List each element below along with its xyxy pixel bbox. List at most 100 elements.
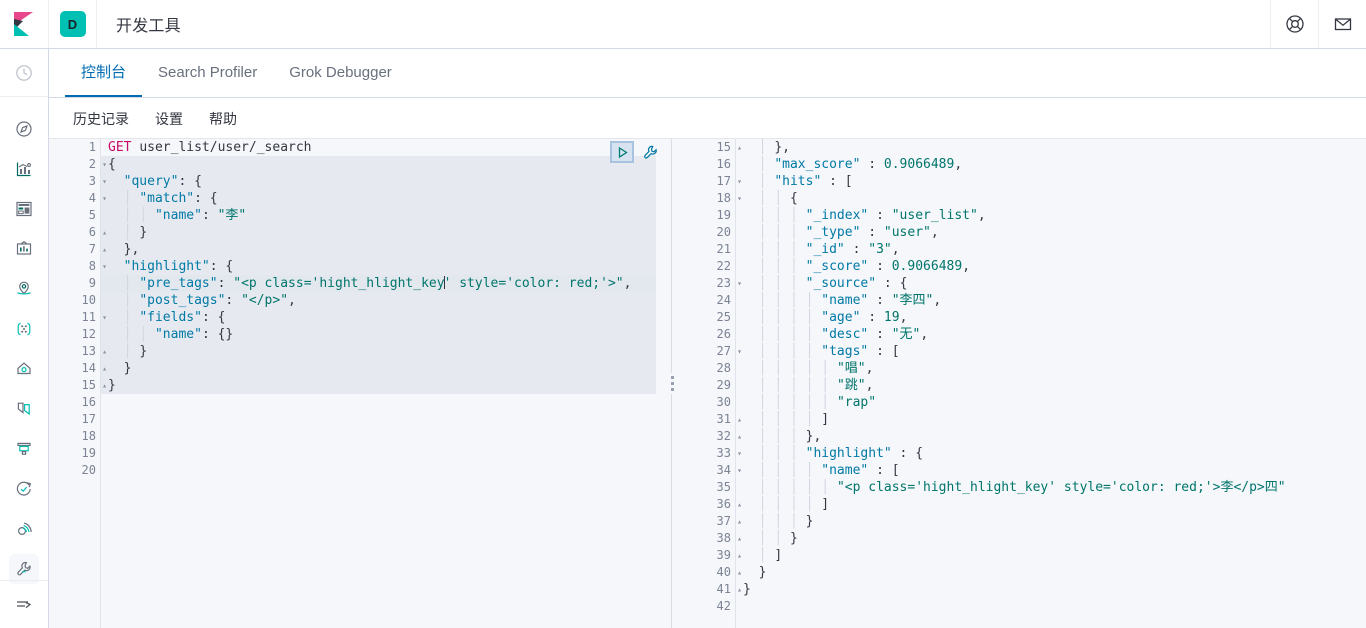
code-line[interactable]: } bbox=[102, 377, 660, 394]
code-line[interactable]: │ │ │ │ "name" : [ bbox=[737, 462, 1366, 479]
sidebar-item-machine-learning[interactable] bbox=[0, 309, 48, 349]
gutter-line[interactable]: 22 bbox=[684, 258, 735, 275]
code-line[interactable]: │ │ │ │ ] bbox=[737, 411, 1366, 428]
gutter-line[interactable]: 26 bbox=[684, 326, 735, 343]
gutter-line[interactable]: 13 ▴ bbox=[49, 343, 107, 360]
gutter-line[interactable]: 24 bbox=[684, 292, 735, 309]
gutter-line[interactable]: 17 ▾ bbox=[684, 173, 742, 190]
tab-console[interactable]: 控制台 bbox=[65, 49, 143, 97]
gutter-line[interactable]: 19 bbox=[49, 445, 100, 462]
gutter-line[interactable]: 11 ▾ bbox=[49, 309, 107, 326]
code-line[interactable]: "query": { bbox=[102, 173, 660, 190]
code-line[interactable]: │ │ │ "_score" : 0.9066489, bbox=[737, 258, 1366, 275]
code-line[interactable]: │ │ │ "_id" : "3", bbox=[737, 241, 1366, 258]
tab-search-profiler[interactable]: Search Profiler bbox=[142, 49, 273, 97]
gutter-line[interactable]: 1 bbox=[49, 139, 100, 156]
code-line[interactable]: │ "max_score" : 0.9066489, bbox=[737, 156, 1366, 173]
code-line[interactable]: │ │ │ │ │ "跳", bbox=[737, 377, 1366, 394]
gutter-line[interactable]: 20 bbox=[684, 224, 735, 241]
code-line[interactable]: │ │ │ │ "desc" : "无", bbox=[737, 326, 1366, 343]
code-line[interactable]: │ "hits" : [ bbox=[737, 173, 1366, 190]
code-line[interactable]: │ }, bbox=[737, 139, 1366, 156]
code-line[interactable]: │ │ │ │ │ "唱", bbox=[737, 360, 1366, 377]
gutter-line[interactable]: 41 ▴ bbox=[684, 581, 742, 598]
code-line[interactable]: │ │ "name": {} bbox=[102, 326, 660, 343]
gutter-line[interactable]: 18 ▾ bbox=[684, 190, 742, 207]
code-line[interactable]: │ } bbox=[102, 224, 660, 241]
gutter-line[interactable]: 3 ▾ bbox=[49, 173, 107, 190]
gutter-line[interactable]: 39 ▴ bbox=[684, 547, 742, 564]
pane-splitter[interactable] bbox=[660, 139, 684, 628]
sidebar-item-canvas[interactable] bbox=[0, 229, 48, 269]
gutter-line[interactable]: 35 bbox=[684, 479, 735, 496]
gutter-line[interactable]: 8 ▾ bbox=[49, 258, 107, 275]
request-gutter[interactable]: 1 2 ▾ 3 ▾ 4 ▾ 5 6 ▴ 7 ▴ 8 ▾ 9 10 11 ▾ 12 13 ▴ 14 ▴ 15 ▴ 16 17 18 19 2… bbox=[49, 139, 107, 628]
gutter-line[interactable]: 5 bbox=[49, 207, 100, 224]
code-line[interactable]: │ │ │ }, bbox=[737, 428, 1366, 445]
sidebar-item-dashboard[interactable] bbox=[0, 189, 48, 229]
code-line[interactable]: │ │ │ │ "age" : 19, bbox=[737, 309, 1366, 326]
code-line[interactable]: │ │ │ │ ] bbox=[737, 496, 1366, 513]
gutter-line[interactable]: 21 bbox=[684, 241, 735, 258]
request-wrench-button[interactable] bbox=[640, 142, 660, 162]
code-line[interactable]: │ "pre_tags": "<p class='hight_hlight_ke… bbox=[102, 275, 660, 292]
code-line[interactable]: │ │ { bbox=[737, 190, 1366, 207]
gutter-line[interactable]: 42 bbox=[684, 598, 735, 615]
sidebar-item-siem[interactable] bbox=[0, 509, 48, 549]
help-button[interactable] bbox=[1270, 0, 1318, 48]
code-line[interactable]: } bbox=[102, 360, 660, 377]
sidebar-item-infrastructure[interactable] bbox=[0, 349, 48, 389]
send-request-button[interactable] bbox=[610, 141, 634, 163]
kibana-logo[interactable] bbox=[0, 0, 49, 48]
code-line[interactable] bbox=[102, 428, 660, 445]
code-line[interactable]: │ │ │ │ "tags" : [ bbox=[737, 343, 1366, 360]
gutter-line[interactable]: 7 ▴ bbox=[49, 241, 107, 258]
code-line[interactable]: { bbox=[102, 156, 660, 173]
gutter-line[interactable]: 34 ▾ bbox=[684, 462, 742, 479]
gutter-line[interactable]: 36 ▴ bbox=[684, 496, 742, 513]
gutter-line[interactable]: 40 ▴ bbox=[684, 564, 742, 581]
gutter-line[interactable]: 15 ▴ bbox=[684, 139, 742, 156]
code-line[interactable] bbox=[102, 411, 660, 428]
code-line[interactable]: │ │ │ "_source" : { bbox=[737, 275, 1366, 292]
submenu-settings[interactable]: 设置 bbox=[147, 105, 191, 133]
sidebar-item-maps[interactable] bbox=[0, 269, 48, 309]
gutter-line[interactable]: 19 bbox=[684, 207, 735, 224]
console-request-pane[interactable]: 1 2 ▾ 3 ▾ 4 ▾ 5 6 ▴ 7 ▴ 8 ▾ 9 10 11 ▾ 12 13 ▴ 14 ▴ 15 ▴ 16 17 18 19 2… bbox=[49, 139, 660, 628]
gutter-line[interactable]: 25 bbox=[684, 309, 735, 326]
sidebar-item-recently-viewed[interactable] bbox=[0, 49, 48, 97]
code-line[interactable]: GET user_list/user/_search bbox=[102, 139, 660, 156]
code-line[interactable] bbox=[102, 394, 660, 411]
code-line[interactable]: │ │ │ } bbox=[737, 513, 1366, 530]
submenu-history[interactable]: 历史记录 bbox=[65, 105, 137, 133]
code-line[interactable]: │ │ │ "_type" : "user", bbox=[737, 224, 1366, 241]
tab-grok-debugger[interactable]: Grok Debugger bbox=[273, 49, 408, 97]
sidebar-item-uptime[interactable] bbox=[0, 469, 48, 509]
code-line[interactable]: } bbox=[737, 581, 1366, 598]
response-gutter[interactable]: 15 ▴ 16 17 ▾ 18 ▾ 19 20 21 22 23 ▾ 24 25 26 27 ▾ 28 29 30 31 ▴… bbox=[684, 139, 742, 628]
sidebar-item-visualize[interactable] bbox=[0, 149, 48, 189]
code-line[interactable] bbox=[102, 445, 660, 462]
gutter-line[interactable]: 17 bbox=[49, 411, 100, 428]
gutter-line[interactable]: 18 bbox=[49, 428, 100, 445]
gutter-line[interactable]: 14 ▴ bbox=[49, 360, 107, 377]
code-line[interactable]: │ } bbox=[102, 343, 660, 360]
gutter-line[interactable]: 16 bbox=[49, 394, 100, 411]
gutter-line[interactable]: 28 bbox=[684, 360, 735, 377]
code-line[interactable]: │ │ │ │ │ "<p class='hight_hlight_key' s… bbox=[737, 479, 1366, 496]
code-line[interactable]: │ "match": { bbox=[102, 190, 660, 207]
gutter-line[interactable]: 9 bbox=[49, 275, 100, 292]
gutter-line[interactable]: 2 ▾ bbox=[49, 156, 107, 173]
response-code[interactable]: │ }, │ "max_score" : 0.9066489, │ "hits"… bbox=[737, 139, 1366, 628]
code-line[interactable] bbox=[102, 462, 660, 479]
gutter-line[interactable]: 31 ▴ bbox=[684, 411, 742, 428]
code-line[interactable] bbox=[737, 598, 1366, 615]
code-line[interactable]: │ │ "name": "李" bbox=[102, 207, 660, 224]
gutter-line[interactable]: 33 ▾ bbox=[684, 445, 742, 462]
sidebar-item-apm[interactable] bbox=[0, 429, 48, 469]
gutter-line[interactable]: 23 ▾ bbox=[684, 275, 742, 292]
request-code[interactable]: GET user_list/user/_search{ "query": { │… bbox=[102, 139, 660, 628]
code-line[interactable]: │ │ } bbox=[737, 530, 1366, 547]
code-line[interactable]: │ ] bbox=[737, 547, 1366, 564]
sidebar-collapse-button[interactable] bbox=[0, 580, 48, 628]
